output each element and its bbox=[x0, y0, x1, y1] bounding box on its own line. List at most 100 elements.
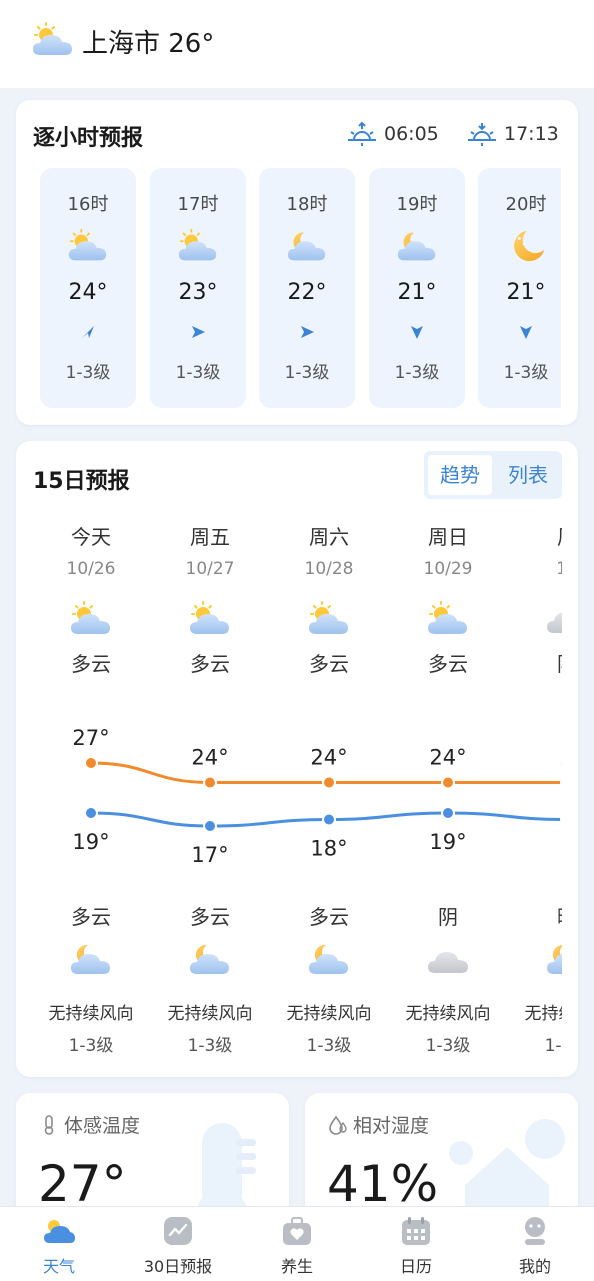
nav-calendar[interactable]: 日历 bbox=[357, 1207, 475, 1281]
day-weather: 多云 bbox=[428, 652, 468, 676]
feels-like-value: 27° bbox=[38, 1155, 127, 1213]
list-tab[interactable]: 列表 bbox=[496, 455, 560, 495]
wind-direction-icon bbox=[520, 326, 532, 339]
night-weather: 多云 bbox=[190, 905, 230, 929]
view-toggle: 趋势 列表 bbox=[424, 451, 562, 499]
low-temp-point bbox=[441, 806, 455, 820]
hour-wind-level: 1-3级 bbox=[284, 363, 330, 383]
day-name: 周 bbox=[507, 521, 562, 550]
nav-health[interactable]: 养生 bbox=[238, 1207, 356, 1281]
partly-cloudy-night-icon bbox=[285, 228, 329, 264]
low-temp-label: 19° bbox=[429, 830, 466, 854]
night-weather: 阴 bbox=[438, 905, 458, 929]
wind-level: 1-3级 bbox=[68, 1036, 114, 1056]
nav-label: 30日预报 bbox=[143, 1257, 213, 1276]
wind-direction: 无持续风向 bbox=[48, 1004, 134, 1024]
hour-item[interactable]: 19时 21° 1-3级 bbox=[369, 168, 465, 408]
temperature-trend-chart: 27° 24° 24° 24° 2 19° 17° 18° 19° 1 bbox=[72, 726, 562, 867]
wind-direction: 无持续风向 bbox=[286, 1004, 372, 1024]
sun-times: 06:05 17:13 bbox=[16, 120, 578, 150]
wind-direction: 无持续风向 bbox=[405, 1004, 491, 1024]
hour-temp: 24° bbox=[68, 280, 108, 305]
day-name: 周六 bbox=[309, 525, 349, 549]
nav-label: 日历 bbox=[399, 1257, 432, 1276]
bottom-nav: 天气 30日预报 养生 日历 我的 bbox=[0, 1206, 594, 1281]
wind-direction-icon bbox=[192, 326, 205, 338]
nav-weather[interactable]: 天气 bbox=[0, 1207, 118, 1281]
high-temp-label: 24° bbox=[310, 746, 347, 770]
feels-like-text: 体感温度 bbox=[64, 1115, 141, 1137]
day-name: 周日 bbox=[428, 525, 468, 549]
partly-cloudy-night-icon bbox=[544, 941, 562, 977]
day-weather: 多云 bbox=[190, 652, 230, 676]
high-temp-point bbox=[84, 756, 98, 770]
profile-icon bbox=[525, 1217, 545, 1245]
low-temp-point bbox=[84, 806, 98, 820]
hour-item[interactable]: 17时 23° 1-3级 bbox=[150, 168, 246, 408]
water-drop-icon bbox=[329, 1115, 347, 1135]
hour-item[interactable]: 16时 24° 1-3级 bbox=[40, 168, 136, 408]
wind-level: 1-3级 bbox=[306, 1036, 352, 1056]
hour-temp: 23° bbox=[178, 280, 218, 305]
day-date: 10 bbox=[556, 559, 562, 579]
nav-profile[interactable]: 我的 bbox=[476, 1207, 594, 1281]
night-weather: 晴 bbox=[507, 901, 562, 930]
high-temp-point bbox=[441, 775, 455, 790]
partly-cloudy-icon bbox=[30, 22, 76, 58]
hour-temp: 22° bbox=[287, 280, 327, 305]
high-temp-label: 24° bbox=[429, 746, 466, 770]
sunset-time: 17:13 bbox=[504, 123, 559, 145]
humidity-label: 相对湿度 bbox=[327, 1111, 429, 1138]
partly-cloudy-day-icon bbox=[68, 601, 114, 637]
low-temp-label: 1 bbox=[560, 837, 562, 861]
day-weather: 多云 bbox=[309, 652, 349, 676]
high-temp-label: 24° bbox=[191, 746, 228, 770]
hourly-list[interactable]: 16时 24° 1-3级 17时 23° 1-3级 18时 22° 1-3级 1… bbox=[40, 168, 561, 410]
health-bag-icon bbox=[283, 1217, 311, 1245]
high-temp-point bbox=[203, 775, 217, 790]
partly-cloudy-day-icon bbox=[176, 228, 220, 264]
low-temp-label: 19° bbox=[72, 830, 109, 854]
partly-cloudy-night-icon bbox=[187, 941, 233, 977]
night-weather: 多云 bbox=[71, 905, 111, 929]
clear-night-icon bbox=[504, 228, 548, 264]
partly-cloudy-day-icon bbox=[306, 601, 352, 637]
sunrise: 06:05 bbox=[346, 120, 439, 148]
wind-direction-icon bbox=[82, 326, 94, 338]
wind-level: 1-3级 bbox=[544, 1036, 562, 1056]
trend-icon bbox=[164, 1217, 192, 1245]
hour-item[interactable]: 20时 21° 1-3级 bbox=[478, 168, 561, 408]
hour-wind-level: 1-3级 bbox=[394, 363, 440, 383]
high-temp-point bbox=[560, 777, 562, 788]
day-weather: 阴 bbox=[507, 648, 562, 677]
humidity-value: 41% bbox=[327, 1155, 439, 1213]
hour-item[interactable]: 18时 22° 1-3级 bbox=[259, 168, 355, 408]
daily-list[interactable]: 今天 10/26 多云 多云 无持续风向 1-3级 周五 10/27 多云 多云… bbox=[16, 511, 562, 1081]
hour-temp: 21° bbox=[397, 280, 437, 305]
day-date: 10/29 bbox=[423, 559, 473, 579]
location-title[interactable]: 上海市 26° bbox=[82, 23, 214, 60]
wind-direction-icon bbox=[301, 326, 314, 338]
day-date: 10/26 bbox=[66, 559, 116, 579]
night-weather: 多云 bbox=[309, 905, 349, 929]
top-bar: 上海市 26° bbox=[0, 0, 594, 88]
day-date: 10/28 bbox=[304, 559, 354, 579]
daily-forecast-card: 15日预报 趋势 列表 今天 10/26 多云 多云 无持续风向 1-3级 周五… bbox=[16, 441, 578, 1077]
sunset: 17:13 bbox=[466, 120, 559, 148]
daily-title: 15日预报 bbox=[33, 469, 130, 494]
sunrise-time: 06:05 bbox=[384, 123, 439, 145]
overcast-icon bbox=[544, 601, 562, 637]
high-temp-point bbox=[322, 775, 336, 790]
low-temp-point bbox=[560, 814, 562, 825]
day-name: 今天 bbox=[71, 525, 111, 549]
hour-time: 16时 bbox=[67, 194, 109, 215]
trend-tab[interactable]: 趋势 bbox=[428, 455, 492, 495]
hourly-forecast-card: 逐小时预报 06:05 17:13 16时 24° 1-3级 17时 23° 1… bbox=[16, 100, 578, 425]
nav-label: 我的 bbox=[518, 1257, 551, 1276]
day-weather: 多云 bbox=[71, 652, 111, 676]
feels-like-label: 体感温度 bbox=[38, 1111, 140, 1138]
hour-wind-level: 1-3级 bbox=[65, 363, 111, 383]
low-temp-label: 18° bbox=[310, 837, 347, 861]
nav-30day[interactable]: 30日预报 bbox=[119, 1207, 237, 1281]
day-date: 10/27 bbox=[185, 559, 235, 579]
